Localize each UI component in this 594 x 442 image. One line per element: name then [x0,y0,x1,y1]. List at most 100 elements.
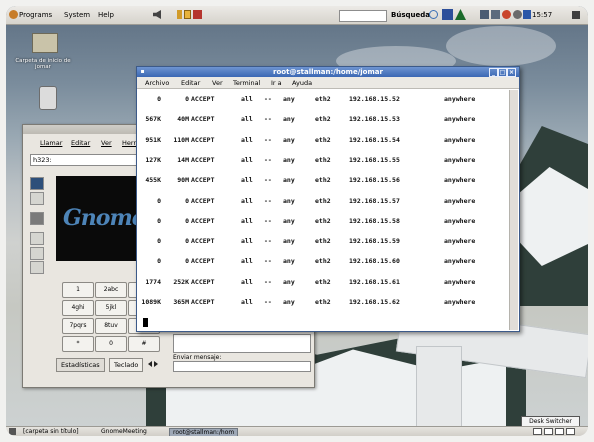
network-icon[interactable] [442,9,453,20]
workspace-3-icon[interactable] [555,428,564,435]
notes-icon[interactable] [184,10,191,19]
terminal-cell-target: ACCEPT [191,115,215,124]
menu-editar[interactable]: Editar [71,139,90,147]
terminal-cell-source: 192.168.15.59 [349,237,400,246]
connect-icon[interactable] [30,177,44,190]
panel-icon[interactable] [30,261,44,274]
terminal-cell-target: ACCEPT [191,196,215,205]
terminal-cell-prot: all [241,155,253,164]
terminal-cell-pkts: 0 [157,196,161,205]
search-label[interactable]: Búsqueda [391,11,430,19]
task-carpeta[interactable]: [carpeta sin título] [20,428,82,436]
show-desktop-icon[interactable] [9,428,16,435]
terminal-row: 567K 40M ACCEPT all -- any eth2 192.168.15.53 an… [137,115,507,125]
menu-help[interactable]: Help [98,11,114,19]
display-icon[interactable] [480,10,489,19]
trash-icon[interactable] [39,86,57,110]
terminal-cell-pkts: 1089K [141,298,161,306]
clock[interactable]: 15:57 [532,11,552,19]
menu-ayuda[interactable]: Ayuda [292,79,312,87]
terminal-cell-destination: anywhere [444,196,476,205]
key-1[interactable]: 1 [62,282,94,298]
key-hash[interactable]: # [128,336,160,352]
terminal-cell-pkts: 0 [157,257,161,266]
menu-editar[interactable]: Editar [181,79,200,87]
terminal-cell-source: 192.168.15.58 [349,216,400,225]
key-7[interactable]: 7pqrs [62,318,94,334]
gnome-foot-icon[interactable] [9,10,18,19]
message-label: Enviar mensaje: [173,354,222,361]
workspace-1-icon[interactable] [533,428,542,435]
terminal-cell-opt: -- [264,115,272,124]
terminal-titlebar[interactable]: root@stallman:/home/jomar _ □ × ▪ [137,67,519,77]
tab-teclado[interactable]: Teclado [109,358,144,372]
key-5[interactable]: 5jkl [95,300,127,316]
terminal-cell-bytes: 0 [185,237,189,246]
terminal-scrollbar[interactable] [509,90,518,330]
search-icon[interactable] [429,10,438,19]
tab-scroll-left-icon[interactable] [148,361,152,367]
terminal-cell-source: 192.168.15.56 [349,176,400,185]
search-input[interactable] [339,10,387,22]
maximize-icon[interactable]: □ [498,68,507,77]
task-terminal[interactable]: root@stallman:/hom [169,428,239,436]
wallpaper-structure [416,346,462,428]
audio-icon[interactable] [30,232,44,245]
terminal-row: 0 0 ACCEPT all -- any eth2 192.168.15.58 anywher… [137,217,507,227]
workspace-2-icon[interactable] [544,428,553,435]
terminal-cell-out: eth2 [315,257,331,266]
volume-icon[interactable] [491,10,500,19]
menu-ver[interactable]: Ver [101,139,112,147]
minimize-icon[interactable]: _ [489,68,498,77]
power-icon[interactable] [572,11,580,19]
menu-ir-a[interactable]: Ir a [271,79,282,87]
keyboard-icon[interactable] [513,10,522,19]
key-0[interactable]: 0 [95,336,127,352]
settings-icon[interactable] [30,247,44,260]
terminal-cell-destination: anywhere [444,216,476,225]
message-input[interactable] [173,361,311,372]
desktop-icon-label: Carpeta de inicio de jomar [15,58,71,70]
launcher-icon[interactable] [177,10,182,19]
task-gnomemeeting[interactable]: GnomeMeeting [98,428,150,436]
screenshot-frame: Programs System Help Búsqueda 15:57 Carp… [6,6,588,436]
workspace-4-icon[interactable] [566,428,575,435]
user-icon[interactable] [523,10,531,19]
terminal-cell-bytes: 252K [173,277,189,286]
terminal-cell-target: ACCEPT [191,298,215,306]
key-2[interactable]: 2abc [95,282,127,298]
video-icon[interactable] [30,192,44,205]
menu-llamar[interactable]: Llamar [40,139,62,147]
terminal-cell-in: any [283,298,295,306]
menu-herramientas[interactable]: Herr [122,139,136,147]
terminal-output[interactable]: 0 0 ACCEPT all -- any eth2 192.168.15.52 anywher… [137,90,507,331]
key-8[interactable]: 8tuv [95,318,127,334]
chat-history[interactable] [173,334,311,353]
menu-archivo[interactable]: Archivo [145,79,169,87]
menu-ver[interactable]: Ver [212,79,223,87]
speaker-icon[interactable] [153,10,161,19]
app-launcher-icon[interactable] [193,10,202,19]
menu-terminal[interactable]: Terminal [233,79,260,87]
window-menu-icon[interactable]: ▪ [139,68,146,75]
terminal-cell-source: 192.168.15.54 [349,135,400,144]
terminal-cell-prot: all [241,257,253,266]
terminal-cell-prot: all [241,196,253,205]
key-4[interactable]: 4ghi [62,300,94,316]
update-icon[interactable] [455,9,466,20]
close-icon[interactable]: × [507,68,516,77]
terminal-cell-opt: -- [264,155,272,164]
camera-icon[interactable] [30,212,44,225]
terminal-cell-pkts: 0 [157,216,161,225]
terminal-cell-target: ACCEPT [191,135,215,144]
media-icon[interactable] [502,10,511,19]
menu-programs[interactable]: Programs [19,11,52,19]
terminal-cell-prot: all [241,95,253,103]
key-star[interactable]: * [62,336,94,352]
terminal-cell-opt: -- [264,298,272,306]
terminal-cell-in: any [283,196,295,205]
tab-estadisticas[interactable]: Estadísticas [56,358,105,372]
tab-scroll-right-icon[interactable] [154,361,158,367]
menu-system[interactable]: System [64,11,90,19]
terminal-cell-opt: -- [264,237,272,246]
